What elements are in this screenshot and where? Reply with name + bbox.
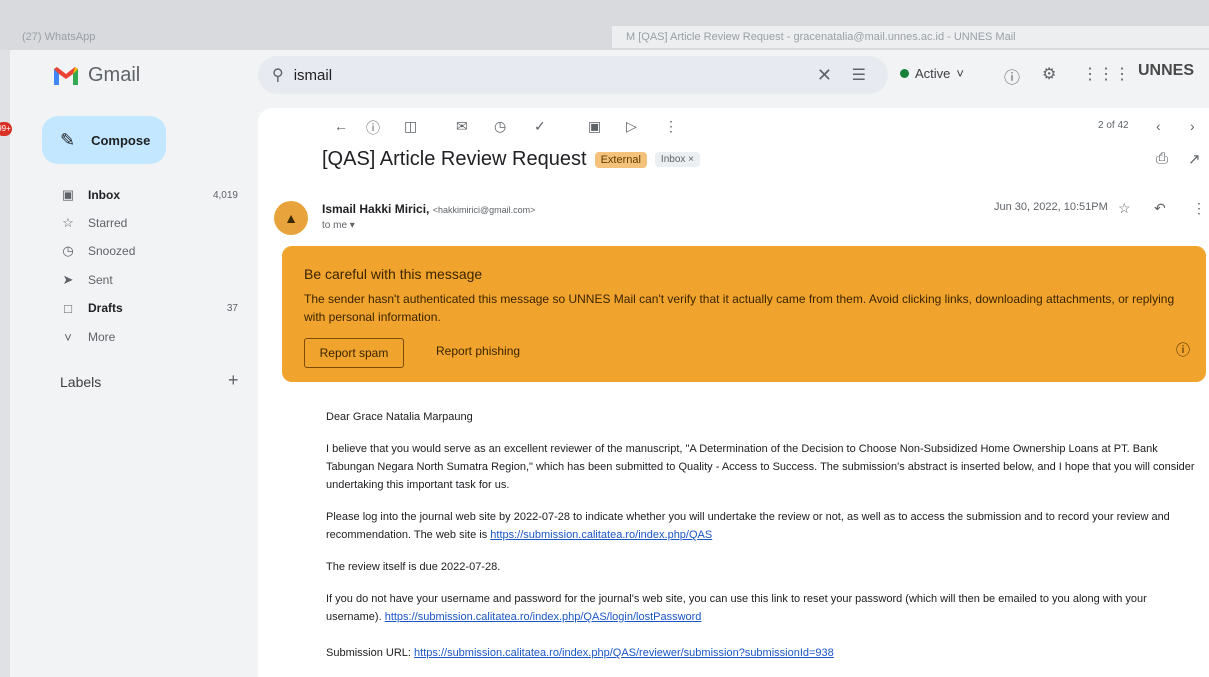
body-paragraph-2: Please log into the journal web site by … [326, 508, 1196, 544]
search-icon[interactable]: ⚲ [272, 65, 284, 85]
chevron-left-icon[interactable]: ‹ [1156, 118, 1161, 134]
lost-password-link[interactable]: https://submission.calitatea.ro/index.ph… [385, 611, 702, 623]
send-icon: ➤ [62, 272, 74, 287]
journal-site-link[interactable]: https://submission.calitatea.ro/index.ph… [490, 529, 712, 541]
body-paragraph-5: Submission URL: https://submission.calit… [326, 644, 1196, 662]
body-paragraph-1: I believe that you would serve as an exc… [326, 443, 1195, 491]
external-badge: External [594, 151, 647, 168]
body-paragraph-4: If you do not have your username and pas… [326, 590, 1196, 626]
tab-gmail[interactable]: M [QAS] Article Review Request - gracena… [612, 26, 1209, 48]
add-task-icon[interactable]: ✓ [534, 118, 546, 135]
sidebar-item-more[interactable]: ˅ More [40, 325, 250, 349]
label-icon[interactable]: ▷ [626, 118, 637, 135]
compose-button[interactable]: ✎ Compose [42, 116, 166, 164]
draft-icon: □ [64, 300, 72, 316]
more-options-icon[interactable]: ⋮ [1192, 200, 1206, 217]
delete-icon[interactable]: ◫ [404, 118, 417, 135]
pagination-info: 2 of 42 [1098, 120, 1129, 131]
sidebar-item-snoozed[interactable]: ◷ Snoozed [40, 239, 250, 263]
paragraph-text: Please log into the journal web site by … [326, 511, 1170, 541]
chevron-right-icon[interactable]: › [1190, 118, 1195, 134]
sidebar-item-label: Drafts [88, 301, 123, 315]
tab-title: M [QAS] Article Review Request - gracena… [626, 31, 1016, 43]
warning-title: Be careful with this message [304, 266, 483, 282]
sidebar-item-count: 37 [226, 302, 238, 314]
browser-tabstrip: (27) WhatsApp M [QAS] Article Review Req… [0, 0, 1209, 52]
security-warning-banner: Be careful with this message The sender … [282, 246, 1206, 382]
sender-email: <hakkimirici@gmail.com> [432, 205, 536, 215]
app-name: Gmail [88, 64, 141, 86]
search-options-icon[interactable]: ☰ [852, 65, 866, 85]
submission-url-link[interactable]: https://submission.calitatea.ro/index.ph… [414, 647, 834, 659]
left-edge-panel: 99+ [0, 50, 12, 677]
tab-title: (27) WhatsApp [22, 31, 96, 43]
chevron-down-icon: ˅ [64, 329, 72, 345]
body-paragraph-3: The review itself is due 2022-07-28. [326, 561, 501, 573]
gmail-logo[interactable]: Gmail [52, 64, 140, 87]
gmail-m-icon [54, 66, 78, 85]
body-greeting: Dear Grace Natalia Marpaung [326, 411, 473, 423]
sender-info: Ismail Hakki Mirici, <hakkimirici@gmail.… [322, 202, 535, 216]
inbox-icon: ▣ [61, 187, 75, 202]
inbox-label-chip[interactable]: Inbox × [654, 152, 701, 167]
open-new-window-icon[interactable]: ↗ [1188, 150, 1201, 168]
report-spam-icon[interactable]: ⓘ [366, 118, 380, 138]
sidebar-item-label: More [88, 330, 116, 344]
reply-icon[interactable]: ↶ [1154, 200, 1166, 217]
tab-whatsapp[interactable]: (27) WhatsApp [8, 26, 613, 48]
print-icon[interactable]: ⎙ [1156, 150, 1168, 167]
warning-description: The sender hasn't authenticated this mes… [304, 292, 1175, 324]
apps-grid-icon[interactable]: ⋮⋮⋮ [1082, 64, 1130, 84]
message-subject: [QAS] Article Review Request [322, 148, 587, 170]
status-dropdown[interactable]: Active ˅ [900, 66, 964, 81]
sender-avatar-warning-icon: ▲ [274, 201, 308, 235]
star-icon: ☆ [62, 215, 74, 230]
status-dot-icon [900, 69, 909, 78]
status-label: Active [915, 66, 951, 81]
report-phishing-button[interactable]: Report phishing [436, 344, 520, 358]
move-to-icon[interactable]: ▣ [588, 118, 601, 135]
sidebar-item-label: Snoozed [88, 244, 136, 258]
sidebar-item-sent[interactable]: ➤ Sent [40, 268, 250, 292]
sidebar-item-inbox[interactable]: ▣ Inbox 4,019 [40, 183, 250, 207]
message-subject-row: [QAS] Article Review Request External In… [322, 148, 701, 171]
clock-icon: ◷ [62, 243, 74, 258]
clear-search-icon[interactable]: ✕ [817, 65, 832, 86]
search-bar[interactable]: ⚲ ismail ✕ ☰ [258, 56, 888, 94]
back-icon[interactable]: ← [334, 118, 348, 134]
sidebar-item-label: Inbox [88, 188, 120, 202]
help-icon[interactable]: ⓘ [1004, 64, 1020, 88]
report-spam-button[interactable]: Report spam [304, 338, 404, 368]
message-date: Jun 30, 2022, 10:51PM [994, 201, 1108, 213]
org-brand[interactable]: UNNES [1138, 62, 1194, 80]
sidebar-item-label: Sent [88, 273, 113, 287]
snooze-icon[interactable]: ◷ [494, 118, 506, 135]
pencil-icon: ✎ [60, 129, 76, 150]
sidebar-item-starred[interactable]: ☆ Starred [40, 211, 250, 235]
recipient-dropdown[interactable]: to me ▾ [322, 220, 355, 231]
labels-heading: Labels [60, 374, 102, 390]
sidebar-item-drafts[interactable]: □ Drafts 37 [40, 296, 250, 320]
search-input[interactable]: ismail [294, 67, 332, 84]
sender-name: Ismail Hakki Mirici, [322, 202, 430, 216]
sidebar-item-count: 4,019 [212, 189, 238, 201]
more-options-icon[interactable]: ⋮ [664, 118, 678, 135]
add-label-button[interactable]: + [228, 370, 239, 391]
compose-label: Compose [91, 132, 151, 148]
star-icon[interactable]: ☆ [1118, 200, 1131, 217]
info-icon[interactable]: ⓘ [1176, 340, 1190, 360]
settings-icon[interactable]: ⚙ [1042, 64, 1056, 84]
chevron-down-icon: ˅ [956, 66, 964, 81]
sidebar-item-label: Starred [88, 216, 128, 230]
mark-unread-icon[interactable]: ✉ [456, 118, 468, 135]
paragraph-text: Submission URL: [326, 647, 415, 659]
